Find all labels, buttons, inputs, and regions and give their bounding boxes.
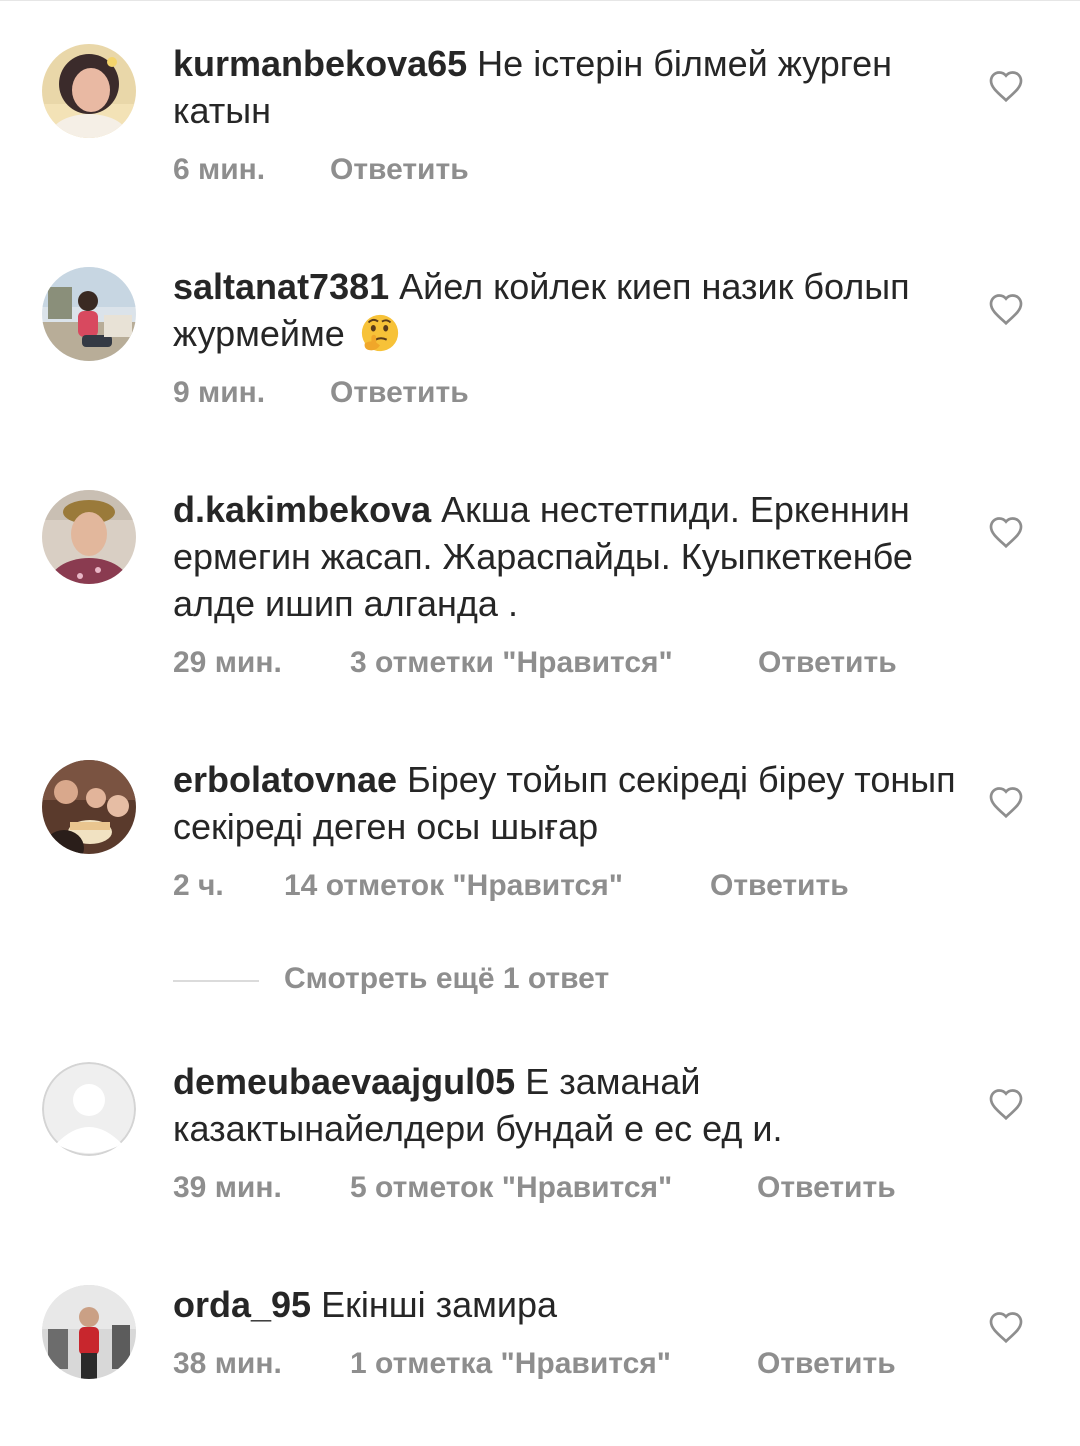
avatar[interactable] bbox=[42, 1285, 136, 1379]
heart-outline-icon[interactable] bbox=[988, 785, 1024, 819]
default-avatar-icon[interactable] bbox=[42, 1062, 136, 1156]
reply-button[interactable]: Ответить bbox=[757, 1171, 896, 1205]
reply-button[interactable]: Ответить bbox=[758, 646, 897, 680]
avatar[interactable] bbox=[42, 760, 136, 854]
comment-username[interactable]: saltanat7381 bbox=[173, 266, 389, 307]
comment-time: 29 мин. bbox=[173, 646, 282, 679]
reply-button[interactable]: Ответить bbox=[710, 869, 849, 903]
reply-button[interactable]: Ответить bbox=[330, 376, 469, 410]
likes-count[interactable]: 1 отметка "Нравится" bbox=[350, 1347, 671, 1381]
likes-count[interactable]: 14 отметок "Нравится" bbox=[284, 869, 623, 903]
comment-username[interactable]: d.kakimbekova bbox=[173, 489, 431, 530]
comment-time: 2 ч. bbox=[173, 869, 224, 902]
view-more-replies-label[interactable]: Смотреть ещё 1 ответ bbox=[284, 962, 609, 996]
avatar[interactable] bbox=[42, 44, 136, 138]
comment-username[interactable]: orda_95 bbox=[173, 1284, 311, 1325]
view-more-replies[interactable]: Смотреть ещё 1 ответ bbox=[173, 962, 873, 1002]
thinking-face-icon bbox=[361, 314, 398, 352]
avatar[interactable] bbox=[42, 490, 136, 584]
likes-count[interactable]: 3 отметки "Нравится" bbox=[350, 646, 673, 680]
heart-outline-icon[interactable] bbox=[988, 292, 1024, 326]
comment-body: Екінші замира bbox=[321, 1284, 558, 1325]
comment-text: demeubaevaajgul05 Е заманай казактынайел… bbox=[173, 1058, 963, 1152]
top-divider bbox=[0, 0, 1080, 1]
comment-text: orda_95 Екінші замира bbox=[173, 1281, 963, 1328]
comment-time: 6 мин. bbox=[173, 153, 266, 186]
heart-outline-icon[interactable] bbox=[988, 1310, 1024, 1344]
comment-time: 38 мин. bbox=[173, 1347, 282, 1380]
heart-outline-icon[interactable] bbox=[988, 515, 1024, 549]
comment-text: kurmanbekova65 Не істерін білмей журген … bbox=[173, 40, 963, 134]
comment-username[interactable]: erbolatovnae bbox=[173, 759, 397, 800]
replies-divider bbox=[173, 980, 259, 982]
comment-username[interactable]: kurmanbekova65 bbox=[173, 43, 467, 84]
heart-outline-icon[interactable] bbox=[988, 69, 1024, 103]
reply-button[interactable]: Ответить bbox=[330, 153, 469, 187]
likes-count[interactable]: 5 отметок "Нравится" bbox=[350, 1171, 672, 1205]
avatar[interactable] bbox=[42, 267, 136, 361]
heart-outline-icon[interactable] bbox=[988, 1087, 1024, 1121]
comment-text: erbolatovnae Біреу тойып секіреді біреу … bbox=[173, 756, 963, 850]
reply-button[interactable]: Ответить bbox=[757, 1347, 896, 1381]
comment-text: saltanat7381 Айел койлек киеп назик болы… bbox=[173, 263, 963, 357]
comment-time: 39 мин. bbox=[173, 1171, 282, 1204]
comment-text: d.kakimbekova Акша нестетпиди. Еркеннин … bbox=[173, 486, 963, 627]
comment-username[interactable]: demeubaevaajgul05 bbox=[173, 1061, 515, 1102]
comment-time: 9 мин. bbox=[173, 376, 266, 409]
